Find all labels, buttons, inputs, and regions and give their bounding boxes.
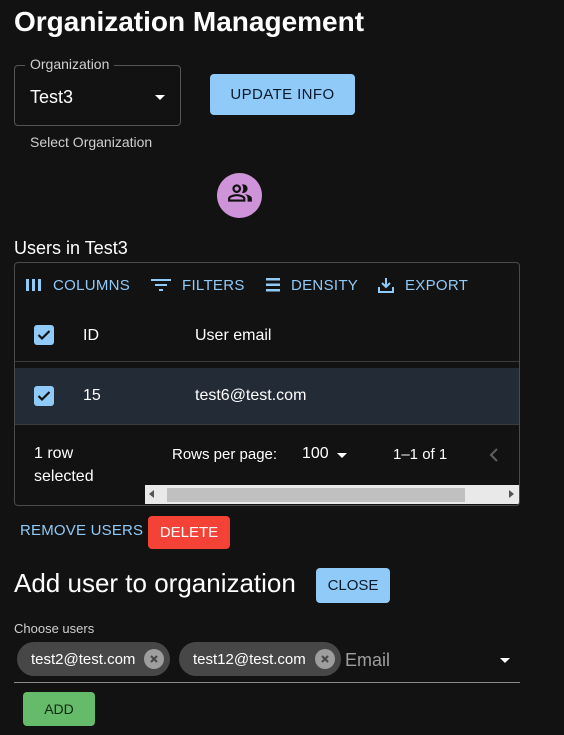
row-checkbox[interactable] — [34, 386, 54, 406]
page-title: Organization Management — [14, 6, 365, 37]
avatar — [217, 173, 262, 218]
selected-count-line1: 1 row — [34, 445, 74, 462]
organization-label: Organization — [25, 56, 115, 72]
group-icon — [227, 180, 253, 211]
users-data-grid: COLUMNS FILTERS DENSITY EXPORT ID User e… — [14, 262, 520, 506]
chip-label: test2@test.com — [31, 650, 136, 668]
chevron-down-icon[interactable] — [500, 658, 510, 663]
filter-icon — [151, 279, 171, 291]
columns-icon — [26, 279, 41, 291]
rows-per-page-select[interactable]: 100 — [302, 445, 329, 463]
chevron-down-icon — [155, 95, 165, 100]
chip-label: test12@test.com — [193, 650, 306, 668]
pagination-range: 1–1 of 1 — [393, 446, 448, 463]
scrollbar-thumb[interactable] — [167, 488, 465, 502]
add-button[interactable]: ADD — [23, 692, 95, 726]
grid-header: ID User email — [15, 311, 519, 362]
column-header-id[interactable]: ID — [83, 327, 99, 345]
organization-select[interactable]: Organization Test3 — [14, 56, 181, 126]
organization-value: Test3 — [30, 87, 74, 107]
check-icon — [37, 391, 51, 402]
cell-email: test6@test.com — [195, 387, 307, 404]
cell-id: 15 — [83, 387, 101, 404]
chevron-down-icon — [337, 453, 347, 458]
density-icon — [266, 278, 280, 292]
horizontal-scrollbar[interactable] — [145, 485, 519, 504]
user-chip[interactable]: test12@test.com — [179, 642, 341, 676]
check-icon — [37, 330, 51, 341]
rows-per-page-label: Rows per page: — [172, 446, 278, 463]
scroll-left-arrow-icon[interactable] — [149, 490, 154, 498]
columns-button[interactable]: COLUMNS — [25, 263, 130, 307]
grid-footer: 1 row selected Rows per page: 100 1–1 of… — [15, 425, 519, 485]
delete-button[interactable]: DELETE — [148, 516, 230, 549]
export-button[interactable]: EXPORT — [377, 263, 468, 307]
choose-users-label: Choose users — [14, 621, 95, 636]
selected-count-line2: selected — [34, 468, 94, 485]
remove-users-button[interactable]: REMOVE USERS — [20, 522, 143, 539]
organization-helper-text: Select Organization — [30, 134, 153, 150]
rows-per-page-value: 100 — [302, 445, 329, 462]
grid-toolbar: COLUMNS FILTERS DENSITY EXPORT — [15, 263, 519, 307]
chip-remove-icon[interactable] — [314, 649, 335, 669]
users-section-title: Users in Test3 — [14, 238, 128, 258]
filters-label: FILTERS — [182, 276, 245, 294]
input-underline — [14, 682, 520, 683]
export-label: EXPORT — [405, 276, 469, 294]
close-button[interactable]: CLOSE — [316, 568, 390, 603]
table-row[interactable]: 15 test6@test.com — [15, 368, 519, 425]
chip-remove-icon[interactable] — [144, 649, 165, 669]
filters-button[interactable]: FILTERS — [150, 263, 245, 307]
density-button[interactable]: DENSITY — [265, 263, 358, 307]
user-chip[interactable]: test2@test.com — [17, 642, 171, 676]
update-info-button[interactable]: UPDATE INFO — [210, 74, 355, 115]
columns-label: COLUMNS — [53, 276, 131, 294]
download-icon — [378, 278, 394, 293]
add-user-title: Add user to organization — [14, 568, 296, 598]
scroll-right-arrow-icon[interactable] — [509, 490, 514, 498]
density-label: DENSITY — [291, 276, 359, 294]
email-input[interactable] — [345, 650, 485, 671]
select-all-checkbox[interactable] — [34, 325, 54, 345]
chevron-left-icon[interactable] — [489, 448, 499, 467]
column-header-email[interactable]: User email — [195, 327, 271, 345]
